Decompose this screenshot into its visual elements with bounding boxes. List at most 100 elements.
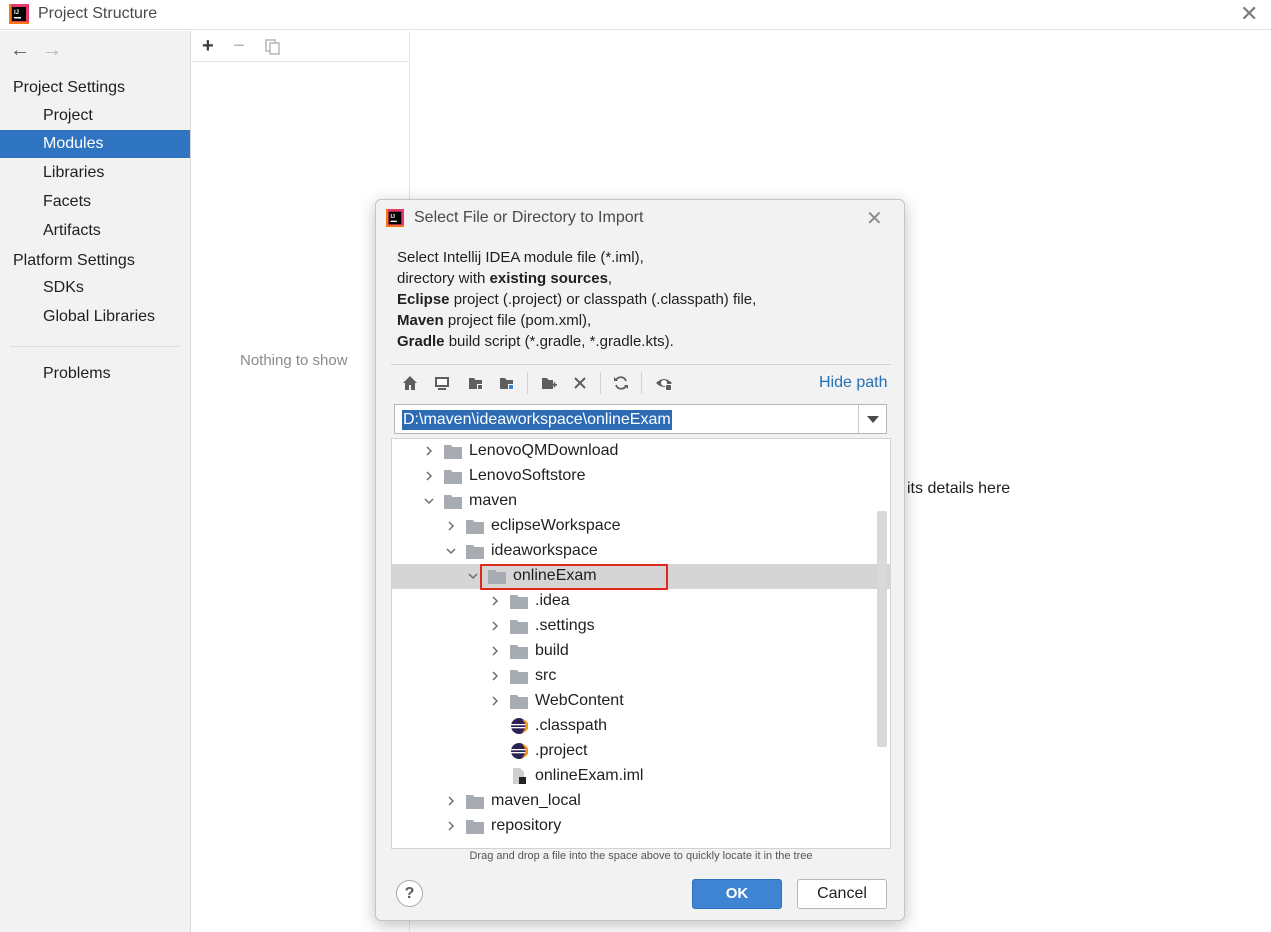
tree-row-label: .settings <box>535 617 595 634</box>
sidebar-item-sdks[interactable]: SDKs <box>0 274 190 302</box>
add-module-button[interactable]: + <box>202 34 214 58</box>
chevron-right-icon[interactable] <box>444 818 458 834</box>
toolbar-separator <box>600 372 601 394</box>
svg-text:IJ: IJ <box>14 10 19 16</box>
refresh-icon[interactable] <box>610 372 632 394</box>
highlight-annotation-box <box>480 564 668 590</box>
import-dialog: IJ Select File or Directory to Import ✕ … <box>375 199 905 921</box>
sidebar-item-project[interactable]: Project <box>0 102 190 130</box>
tree-row[interactable]: eclipseWorkspace <box>392 514 890 539</box>
eclipse-file-icon <box>510 718 529 734</box>
chevron-right-icon[interactable] <box>488 593 502 609</box>
description-line: Maven project file (pom.xml), <box>397 310 887 331</box>
tree-row[interactable]: .idea <box>392 589 890 614</box>
module-folder-icon[interactable] <box>496 372 518 394</box>
description-line: Gradle build script (*.gradle, *.gradle.… <box>397 331 887 352</box>
folder-icon <box>466 518 484 534</box>
tree-row[interactable]: onlineExam.iml <box>392 764 890 789</box>
sidebar-item-artifacts[interactable]: Artifacts <box>0 217 190 245</box>
help-button[interactable]: ? <box>396 880 423 907</box>
description-emphasis: Maven <box>397 312 444 329</box>
window-close-icon[interactable]: ✕ <box>1240 3 1258 25</box>
tree-row[interactable]: maven <box>392 489 890 514</box>
ok-button[interactable]: OK <box>692 879 782 909</box>
sidebar-item-problems[interactable]: Problems <box>0 360 190 388</box>
tree-row[interactable]: repository <box>392 814 890 839</box>
sidebar-item-libraries[interactable]: Libraries <box>0 159 190 187</box>
path-input[interactable]: D:\maven\ideaworkspace\onlineExam <box>402 410 672 430</box>
folder-icon <box>510 593 528 609</box>
description-text: project (.project) or classpath (.classp… <box>449 291 757 308</box>
chevron-right-icon[interactable] <box>488 693 502 709</box>
folder-icon <box>510 618 528 634</box>
remove-module-button[interactable]: − <box>233 34 245 58</box>
path-dropdown-button[interactable] <box>858 405 886 433</box>
window-title: Project Structure <box>38 5 158 22</box>
show-hidden-icon[interactable] <box>653 372 675 394</box>
chevron-right-icon[interactable] <box>488 618 502 634</box>
delete-icon[interactable] <box>569 372 591 394</box>
file-tree[interactable]: LenovoQMDownload LenovoSoftstore maven ecli… <box>391 438 891 849</box>
folder-icon <box>466 793 484 809</box>
folder-icon <box>466 543 484 559</box>
tree-row[interactable]: build <box>392 639 890 664</box>
chevron-right-icon[interactable] <box>444 518 458 534</box>
tree-row[interactable]: src <box>392 664 890 689</box>
home-icon[interactable] <box>399 372 421 394</box>
tree-row[interactable]: .project <box>392 739 890 764</box>
chevron-down-icon[interactable] <box>422 493 436 509</box>
folder-icon <box>444 443 462 459</box>
platform-settings-heading: Platform Settings <box>13 252 135 269</box>
folder-icon <box>444 493 462 509</box>
cancel-button[interactable]: Cancel <box>797 879 887 909</box>
tree-row-label: .project <box>535 742 588 759</box>
tree-row-label: eclipseWorkspace <box>491 517 621 534</box>
chevron-right-icon[interactable] <box>422 443 436 459</box>
description-line: directory with existing sources, <box>397 268 887 289</box>
back-arrow-icon[interactable]: ← <box>10 39 30 62</box>
dialog-close-icon[interactable]: ✕ <box>866 206 883 231</box>
intellij-logo-icon: IJ <box>9 4 29 24</box>
chevron-down-icon[interactable] <box>444 543 458 559</box>
tree-row-label: LenovoSoftstore <box>469 467 586 484</box>
description-emphasis: existing sources <box>489 270 608 287</box>
drag-drop-hint: Drag and drop a file into the space abov… <box>469 850 813 862</box>
tree-scrollbar[interactable] <box>877 511 887 747</box>
folder-icon <box>444 468 462 484</box>
chevron-down-icon[interactable] <box>466 568 480 584</box>
new-folder-icon[interactable] <box>538 372 560 394</box>
path-combobox[interactable]: D:\maven\ideaworkspace\onlineExam <box>394 404 887 434</box>
dialog-title: Select File or Directory to Import <box>414 209 644 226</box>
tree-row[interactable]: LenovoSoftstore <box>392 464 890 489</box>
description-emphasis: Eclipse <box>397 291 450 308</box>
tree-row-label: build <box>535 642 569 659</box>
tree-row-label: onlineExam.iml <box>535 767 644 784</box>
project-folder-icon[interactable] <box>465 372 487 394</box>
chevron-right-icon[interactable] <box>488 668 502 684</box>
sidebar-item-facets[interactable]: Facets <box>0 188 190 216</box>
folder-icon <box>510 643 528 659</box>
module-list-toolbar: + − <box>192 31 410 62</box>
details-hint-text: its details here <box>907 480 1011 497</box>
description-emphasis: Gradle <box>397 333 445 350</box>
sidebar-item-global-libraries[interactable]: Global Libraries <box>0 303 190 331</box>
sidebar-item-modules[interactable]: Modules <box>0 130 190 158</box>
description-line: Select Intellij IDEA module file (*.iml)… <box>397 249 644 266</box>
tree-row[interactable]: .classpath <box>392 714 890 739</box>
tree-row[interactable]: ideaworkspace <box>392 539 890 564</box>
copy-icon[interactable] <box>264 38 282 56</box>
hide-path-link[interactable]: Hide path <box>819 374 888 392</box>
chevron-right-icon[interactable] <box>422 468 436 484</box>
tree-row[interactable]: .settings <box>392 614 890 639</box>
desktop-icon[interactable] <box>431 372 453 394</box>
tree-row-label: LenovoQMDownload <box>469 442 619 459</box>
tree-row[interactable]: WebContent <box>392 689 890 714</box>
window-title-bar: IJ Project Structure ✕ <box>0 0 1271 30</box>
toolbar-separator <box>641 372 642 394</box>
forward-arrow-icon[interactable]: → <box>42 39 62 62</box>
chevron-right-icon[interactable] <box>488 643 502 659</box>
tree-row[interactable]: LenovoQMDownload <box>392 439 890 464</box>
chevron-down-icon <box>866 415 879 423</box>
chevron-right-icon[interactable] <box>444 793 458 809</box>
tree-row[interactable]: maven_local <box>392 789 890 814</box>
